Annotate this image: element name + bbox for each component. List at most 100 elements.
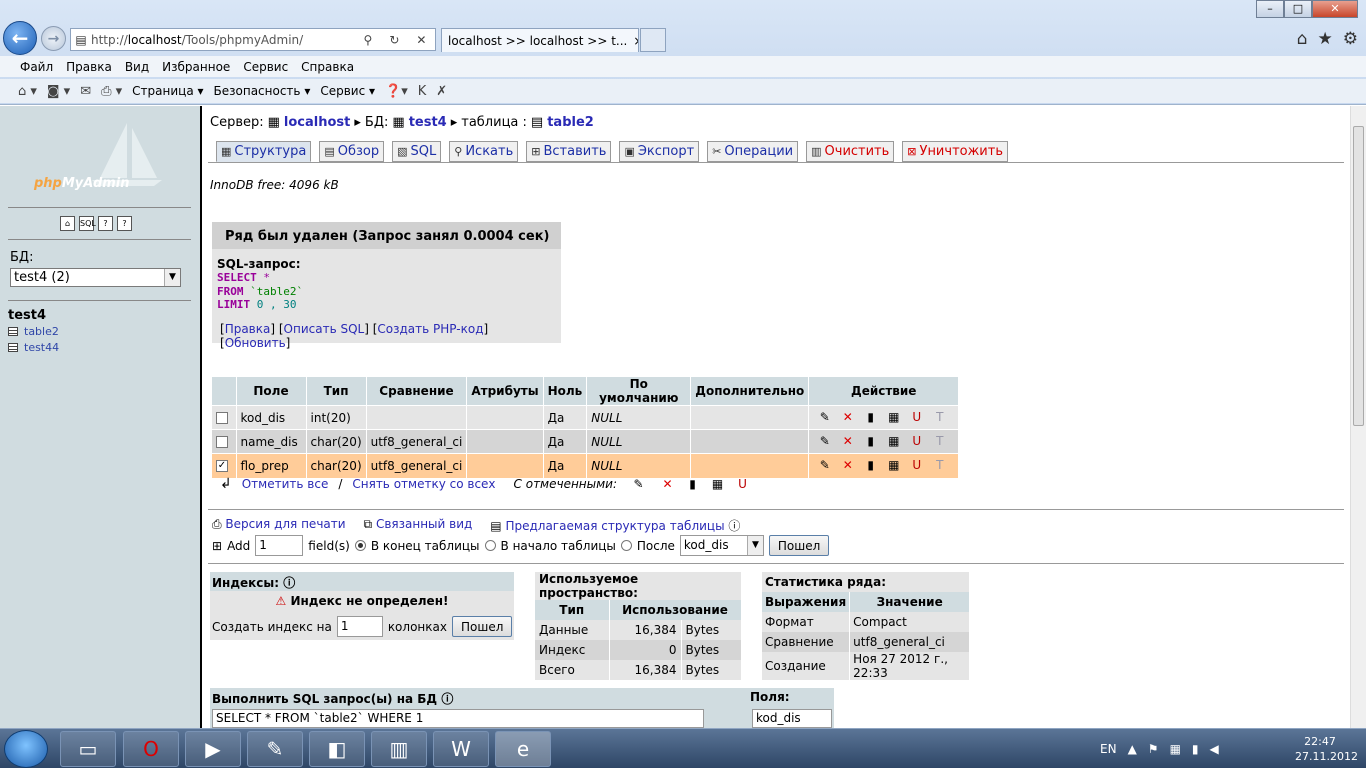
scrollbar-thumb[interactable]	[1353, 126, 1364, 426]
sidebar-table-test44[interactable]: test44	[8, 341, 59, 354]
db-select[interactable]: test4 (2) ▼	[10, 268, 181, 287]
edit-icon[interactable]: ✎	[631, 477, 646, 492]
col-header[interactable]: Поле	[236, 377, 307, 406]
browser-tab[interactable]: localhost >> localhost >> t... ×	[441, 28, 639, 52]
index-cols-input[interactable]: 1	[336, 616, 383, 637]
field-count-input[interactable]: 1	[255, 535, 304, 556]
col-header[interactable]: Сравнение	[366, 377, 468, 406]
help-icon[interactable]: ⓘ	[725, 519, 740, 533]
tab-empty[interactable]: ▥ Очистить	[806, 141, 895, 162]
media-player-icon[interactable]: ▶	[185, 731, 241, 767]
index-icon[interactable]: ▦	[710, 477, 725, 492]
delete-icon[interactable]: ✕	[840, 434, 855, 449]
menu-edit[interactable]: Правка	[66, 60, 112, 74]
col-header[interactable]: По умолчанию	[586, 377, 692, 406]
addon-icon-2[interactable]: ✗	[436, 84, 447, 99]
volume-icon[interactable]: ◀	[1210, 742, 1219, 756]
delete-icon[interactable]: ✕	[660, 477, 675, 492]
tab-search[interactable]: ⚲ Искать	[449, 141, 519, 162]
flag-icon[interactable]: ⚑	[1148, 742, 1159, 756]
radio-after[interactable]	[620, 540, 632, 551]
db-name[interactable]: test4	[8, 308, 46, 323]
crumb-table[interactable]: table2	[547, 115, 594, 130]
menu-view[interactable]: Вид	[125, 60, 149, 74]
crumb-db[interactable]: test4	[409, 115, 447, 130]
print-view-link[interactable]: Версия для печати	[225, 517, 345, 531]
scrollbar[interactable]	[1350, 106, 1366, 728]
radio-end[interactable]	[354, 540, 366, 551]
tab-browse[interactable]: ▤ Обзор	[319, 141, 385, 162]
unique-icon[interactable]: U	[735, 477, 750, 492]
unique-icon[interactable]: U	[909, 434, 924, 449]
paint-icon[interactable]: ✎	[247, 731, 303, 767]
home-icon[interactable]: ⌂	[1297, 29, 1308, 49]
safety-menu[interactable]: Безопасность ▾	[214, 84, 311, 98]
start-button[interactable]	[4, 730, 48, 768]
check-all-link[interactable]: Отметить все	[242, 477, 329, 491]
favorites-icon[interactable]: ★	[1318, 29, 1333, 49]
network-icon[interactable]: ▦	[1170, 742, 1181, 756]
logo[interactable]: phpphpMyAdminMyAdmin	[34, 176, 130, 191]
help-icon[interactable]: ⓘ	[283, 576, 295, 590]
language-indicator[interactable]: EN	[1100, 742, 1117, 756]
unique-icon[interactable]: U	[909, 458, 924, 473]
refresh-icon[interactable]: ↻	[389, 33, 399, 47]
edit-link[interactable]: Правка	[225, 322, 271, 336]
tab-insert[interactable]: ⊞ Вставить	[526, 141, 612, 162]
add-field-go-button[interactable]: Пошел	[768, 535, 830, 556]
sidebar-table-table2[interactable]: table2	[8, 325, 59, 338]
index-icon[interactable]: ▦	[886, 434, 901, 449]
php-code-link[interactable]: Создать PHP-код	[377, 322, 483, 336]
tab-operations[interactable]: ✂ Операции	[707, 141, 799, 162]
page-menu[interactable]: Страница ▾	[132, 84, 203, 98]
help-icon[interactable]: ❓▾	[385, 84, 408, 99]
new-tab-button[interactable]	[640, 28, 666, 52]
fulltext-icon[interactable]: T	[932, 434, 947, 449]
battery-icon[interactable]: ▮	[1192, 742, 1199, 756]
row-checkbox[interactable]	[216, 436, 228, 448]
uncheck-all-link[interactable]: Снять отметку со всех	[352, 477, 495, 491]
back-button[interactable]: ←	[3, 21, 37, 55]
radio-begin[interactable]	[484, 540, 496, 551]
delete-icon[interactable]: ✕	[840, 410, 855, 425]
close-tab-icon[interactable]: ×	[627, 34, 638, 48]
addon-icon[interactable]: K	[418, 84, 427, 99]
word-icon[interactable]: W	[433, 731, 489, 767]
help-icon[interactable]: ?	[98, 216, 113, 231]
col-header[interactable]: Дополнительно	[690, 377, 810, 406]
dolby-icon[interactable]: ◧	[309, 731, 365, 767]
print-icon[interactable]: ⎙ ▾	[101, 84, 122, 99]
opera-icon[interactable]: O	[123, 731, 179, 767]
primary-key-icon[interactable]: ▮	[863, 434, 878, 449]
sql-icon[interactable]: SQL	[79, 216, 96, 231]
mail-icon[interactable]: ✉	[80, 84, 91, 99]
maximize-button[interactable]: □	[1284, 0, 1312, 18]
search-icon[interactable]: ⚲	[364, 33, 373, 47]
primary-key-icon[interactable]: ▮	[863, 410, 878, 425]
menu-help[interactable]: Справка	[301, 60, 354, 74]
tab-drop[interactable]: ⊠ Уничтожить	[902, 141, 1008, 162]
index-icon[interactable]: ▦	[886, 458, 901, 473]
row-checkbox[interactable]: ✓	[216, 460, 228, 473]
edit-icon[interactable]: ✎	[817, 434, 832, 449]
unique-icon[interactable]: U	[909, 410, 924, 425]
tab-export[interactable]: ▣ Экспорт	[619, 141, 700, 162]
settings-icon[interactable]: ⚙	[1343, 29, 1358, 49]
stop-icon[interactable]: ✕	[416, 33, 426, 47]
clock[interactable]: 22:47 27.11.2012	[1295, 734, 1358, 764]
propose-structure-link[interactable]: Предлагаемая структура таблицы	[505, 519, 724, 533]
create-index-button[interactable]: Пошел	[451, 616, 513, 637]
menu-file[interactable]: Файл	[20, 60, 53, 74]
rss-icon[interactable]: ◙ ▾	[47, 84, 70, 99]
minimize-button[interactable]: –	[1256, 0, 1284, 18]
sql-query-textarea[interactable]: SELECT * FROM `table2` WHERE 1	[212, 709, 704, 728]
after-field-select[interactable]: kod_dis ▼	[679, 535, 764, 556]
index-icon[interactable]: ▦	[886, 410, 901, 425]
home-icon[interactable]: ⌂	[60, 216, 75, 231]
ie-icon[interactable]: e	[495, 731, 551, 767]
forward-button[interactable]: →	[41, 26, 66, 51]
menu-favorites[interactable]: Избранное	[162, 60, 230, 74]
fields-select[interactable]: kod_dis	[752, 709, 832, 728]
help-icon[interactable]: ⓘ	[441, 692, 453, 706]
close-window-button[interactable]: ✕	[1312, 0, 1358, 18]
